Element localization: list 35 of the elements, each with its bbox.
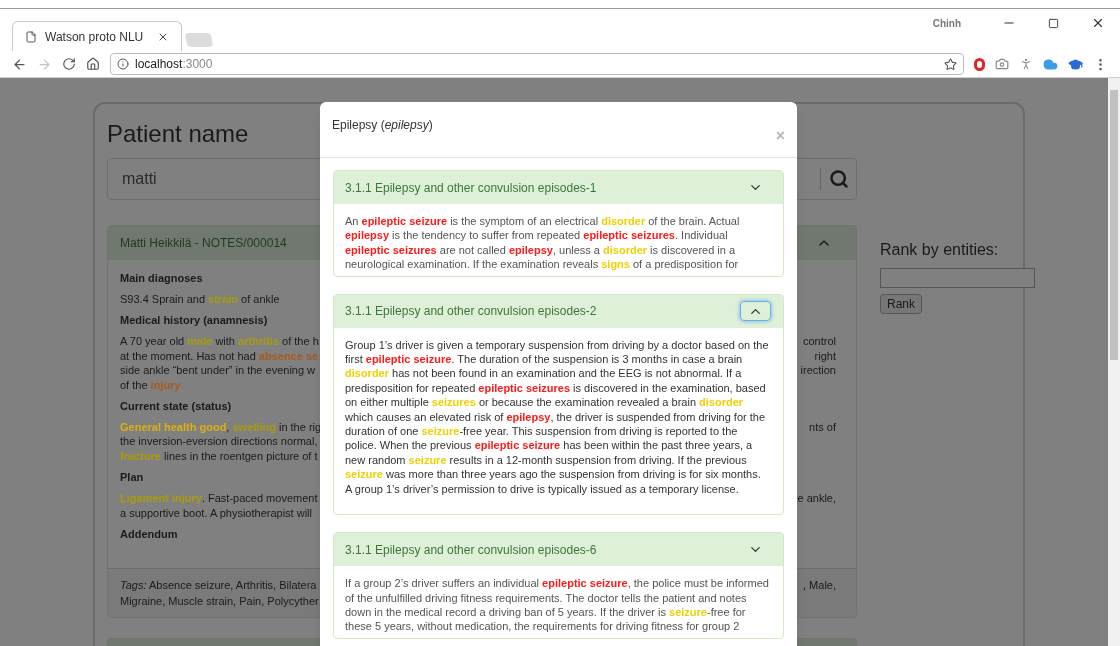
note-title: Matti Heikkilä - NOTES/000014 — [120, 235, 287, 252]
note-text: fracture lines in the roentgen picture of t — [120, 448, 318, 464]
panel-text: An epileptic seizure is the symptom of an electrical disorder of the brain. Actual epilepsy is the tendency to suffer from repeated epileptic seizures. Individual epileptic seizures are not called epilepsy, unless a disorder is discovered in a neurological examination. If the examination reveals signs of a predisposition for — [345, 214, 741, 272]
note-text: side ankle “bent under” in the evening w — [120, 363, 316, 378]
tags-text: Migraine, Muscle strain, Pain, Polycyther — [120, 594, 319, 610]
panel-title: 3.1.1 Epilepsy and other convulsion episodes-1 — [345, 179, 597, 197]
panel-text: If a group 2’s driver suffers an individual epileptic seizure, the police must be informed of the unfulfilled driving fitness requirements. The doctor tells the patient and notes down in the medical record a driving ban of 5 years. If the driver is seizure-free for these 5 years, without medication, the requirements for driving fitness for group 2 — [345, 576, 769, 634]
page-heading: Patient name — [107, 120, 249, 148]
section-heading: Addendum — [120, 527, 178, 543]
rank-label: Rank by entities: — [880, 240, 999, 260]
section-heading: Medical history (anamnesis) — [120, 313, 268, 329]
note-text: the inversion-eversion directions normal, — [120, 434, 318, 449]
note-text: irection — [800, 363, 836, 378]
note-text: General health good, swelling in the rig — [120, 420, 322, 435]
note-text: right — [814, 348, 836, 364]
tags-text: , Male, — [803, 578, 836, 594]
panel-text: Group 1’s driver is given a temporary suspension from driving by a doctor based on the first epileptic seizure. The duration of the suspension is 3 months in case a brain disorder has not been found in an examination and the EEG is not abnormal. If a predisposition for repeated epileptic seizures is discovered in the examination, based on either multiple seizures or because the examination revealed a brain disorder which causes an elevated risk of epilepsy, the driver is suspended from driving for the duration of one seizure-free year. This suspension from driving is reported to the police. When the previous epileptic seizure has been within the past three years, a new random seizure results in a 12-month suspension from driving. If the previous seizure was more than three years ago the suspension from driving is for six months. A group 1’s driver’s permission to drive is typically issued as a temporary license. — [345, 337, 769, 497]
tags-text: Tags: Absence seizure, Arthritis, Bilatera — [120, 578, 317, 594]
url-text: localhost:3000 — [135, 56, 214, 74]
section-heading: Current state (status) — [120, 399, 232, 415]
note-text: S93.4 Sprain and strain of ankle — [120, 292, 280, 307]
panel-title: 3.1.1 Epilepsy and other convulsion episodes-6 — [345, 541, 597, 559]
note-text: nts of — [809, 420, 836, 435]
note-text: control — [802, 334, 836, 349]
note-text: of the injury — [120, 377, 181, 393]
section-heading: Plan — [120, 470, 144, 486]
tab-title: Watson proto NLU — [45, 28, 145, 46]
note-text: a supportive boot. A physiotherapist will — [120, 505, 312, 521]
panel-title: 3.1.1 Epilepsy and other convulsion episodes-2 — [345, 303, 597, 321]
note-text: Ligament injury. Fast-paced movement — [120, 491, 318, 506]
modal-title: Epilepsy (epilepsy) — [332, 117, 433, 134]
note-text: A 70 year old male with arthritis of the h — [120, 334, 319, 349]
note-text: at the moment. Has not had absence se — [120, 348, 319, 364]
note-text: e ankle, — [797, 491, 836, 506]
section-heading: Main diagnoses — [120, 271, 203, 286]
